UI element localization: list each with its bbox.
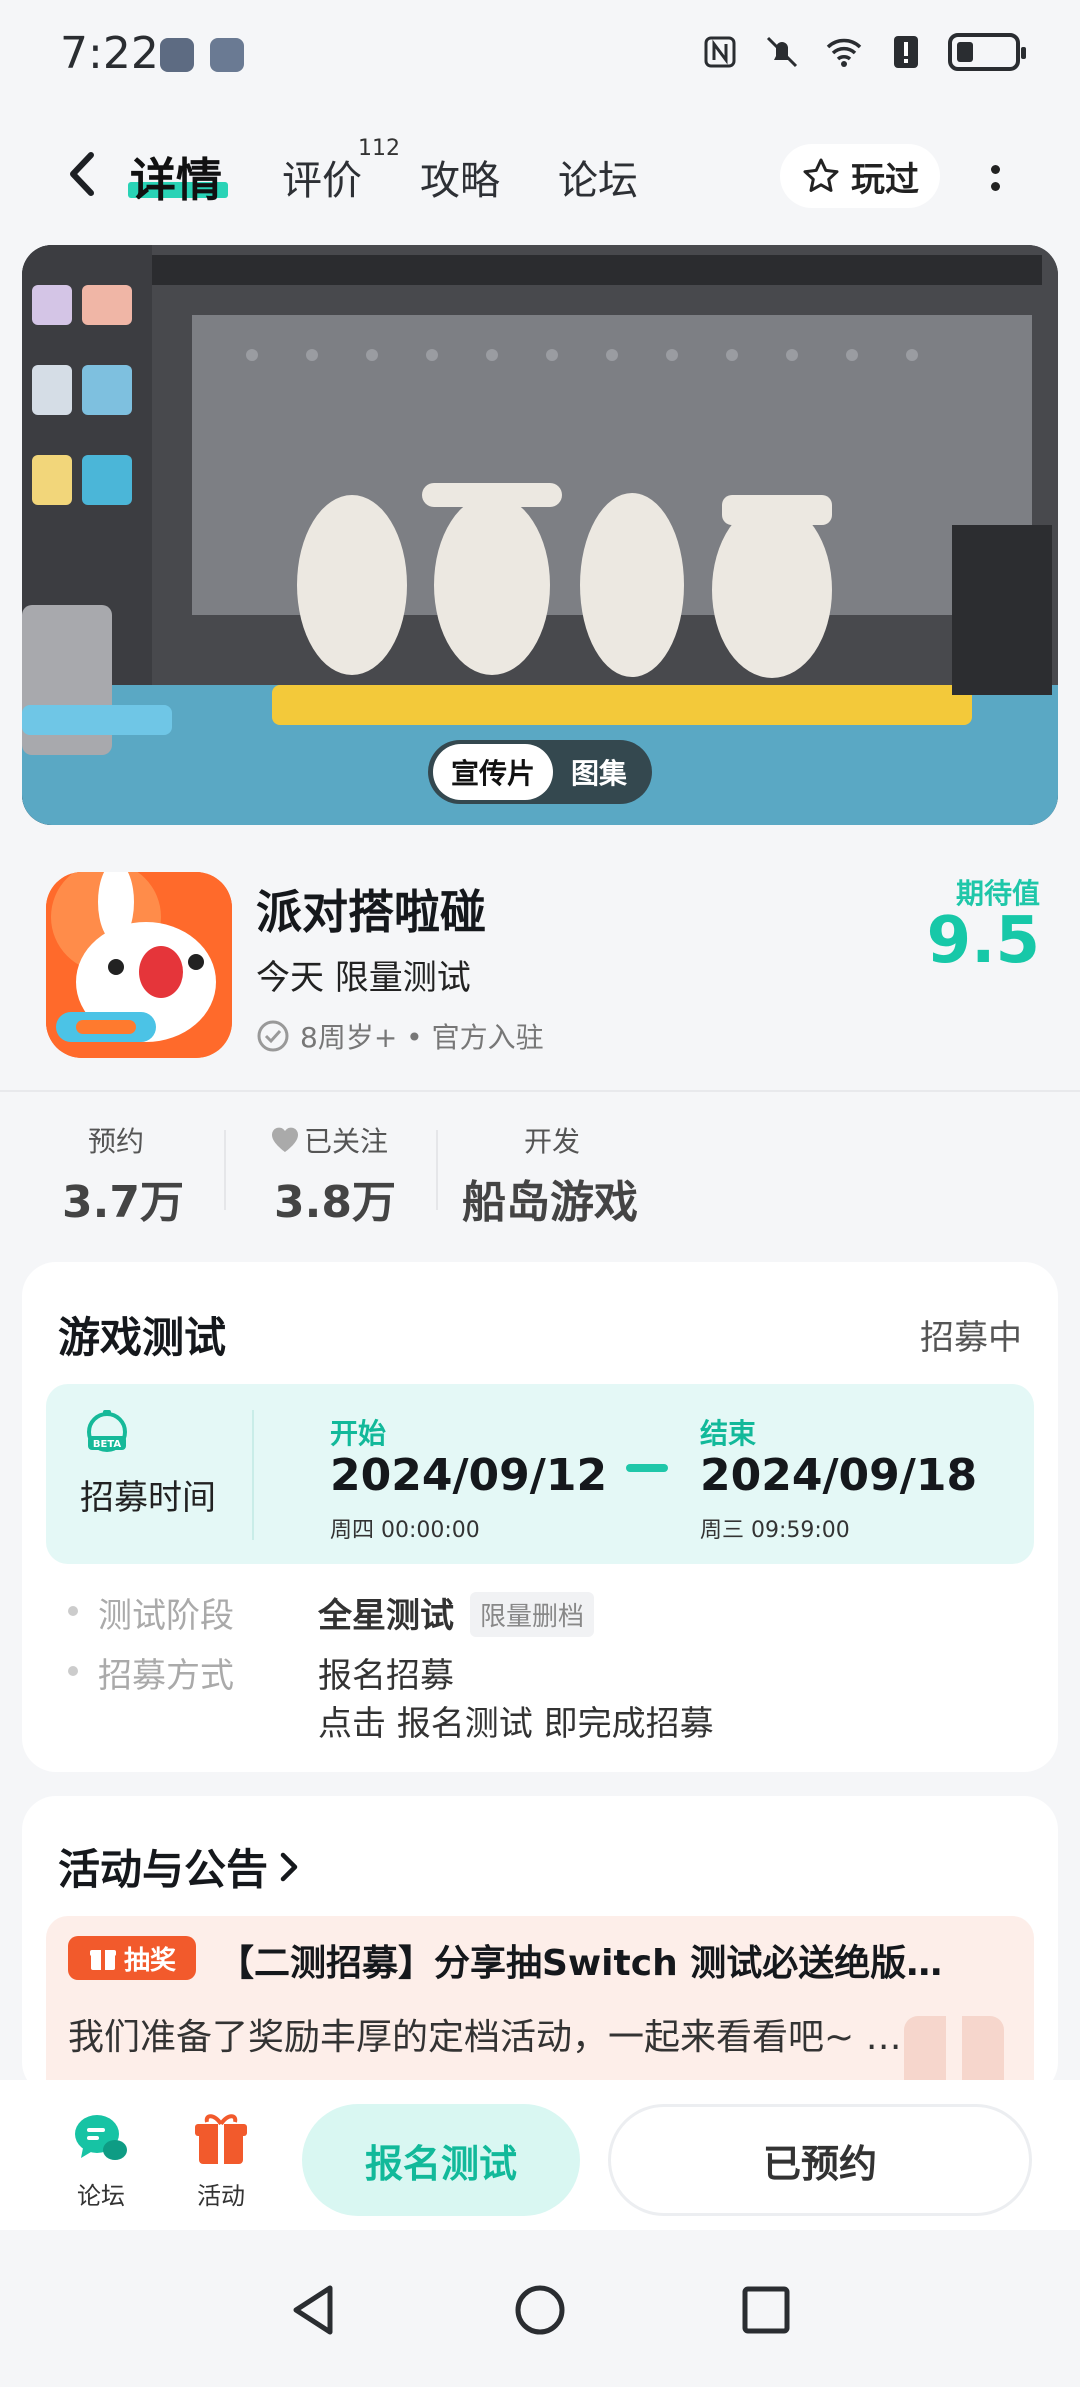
hero-media[interactable] — [22, 245, 1058, 825]
game-logo-icon — [46, 872, 232, 1058]
start-day: 周四 00:00:00 — [330, 1518, 480, 1543]
hero-media-toggle[interactable]: 宣传片 图集 — [428, 740, 652, 804]
start-date: 2024/09/12 — [330, 1450, 608, 1501]
test-stage-tag: 限量删档 — [470, 1592, 595, 1637]
notice-text: 我们准备了奖励丰厚的定档活动，一起来看看吧~ … — [68, 2017, 902, 2058]
svg-text:BETA: BETA — [93, 1439, 121, 1450]
battery-icon — [948, 33, 1026, 71]
tab-guides[interactable]: 攻略 — [420, 148, 500, 206]
stat-developer-value[interactable]: 船岛游戏 — [462, 1166, 638, 1230]
notification-app-icon — [160, 38, 194, 72]
toggle-gallery[interactable]: 图集 — [553, 752, 645, 792]
game-title: 派对搭啦碰 — [256, 885, 486, 939]
stat-followers-label: 已关注 — [304, 1125, 389, 1158]
nfc-icon — [704, 36, 736, 68]
stat-separator — [224, 1130, 226, 1210]
start-label: 开始 — [330, 1417, 387, 1450]
game-meta: 8周岁+ • 官方入驻 — [256, 1016, 544, 1056]
recruit-separator — [252, 1410, 254, 1540]
back-button[interactable] — [52, 142, 112, 206]
recruit-method-key: 招募方式 — [98, 1656, 234, 1696]
stat-separator — [436, 1130, 438, 1210]
tab-details[interactable]: 详情 — [130, 144, 222, 210]
back-arrow-icon — [70, 152, 94, 196]
stat-developer-label: 开发 — [524, 1125, 581, 1158]
recruit-time-label: 招募时间 — [80, 1478, 216, 1518]
toggle-promo-video[interactable]: 宣传片 — [433, 744, 554, 800]
notice-title: 【二测招募】分享抽Switch 测试必送绝版… — [218, 1943, 943, 1984]
stat-followers-label-wrap: 已关注 — [270, 1120, 388, 1160]
recruit-status: 招募中 — [920, 1318, 1022, 1358]
wifi-icon — [826, 38, 862, 67]
end-label: 结束 — [700, 1417, 757, 1450]
played-button[interactable]: 玩过 — [780, 144, 940, 208]
more-options-button[interactable] — [975, 150, 1015, 206]
alert-icon — [894, 36, 918, 68]
game-test-title: 游戏测试 — [58, 1313, 227, 1362]
expectation-score: 9.5 — [926, 904, 1040, 978]
star-icon — [803, 158, 839, 192]
nav-back-icon[interactable] — [288, 2282, 340, 2338]
lottery-badge-label: 抽奖 — [123, 1945, 176, 1976]
activities-header[interactable]: 活动与公告 — [58, 1836, 302, 1897]
signup-test-button[interactable]: 报名测试 — [302, 2104, 580, 2216]
stat-reservations-label: 预约 — [88, 1125, 145, 1158]
notification-app-icon — [210, 38, 244, 72]
section-divider — [0, 1090, 1080, 1092]
recruit-method-note: 点击 报名测试 即完成招募 — [318, 1704, 714, 1744]
activities-title: 活动与公告 — [58, 1845, 269, 1894]
beta-icon: BETA — [87, 1410, 127, 1452]
game-icon — [46, 872, 232, 1058]
mute-icon — [766, 36, 798, 68]
bullet-dot — [68, 1666, 78, 1676]
activity-shortcut[interactable]: 活动 — [176, 2108, 266, 2211]
bullet-dot — [68, 1606, 78, 1616]
status-time: 7:22 — [60, 28, 159, 79]
gift-box-icon — [195, 2114, 247, 2164]
test-stage-key: 测试阶段 — [98, 1596, 234, 1636]
reserved-button[interactable]: 已预约 — [608, 2104, 1032, 2216]
end-day: 周三 09:59:00 — [700, 1518, 850, 1543]
forum-shortcut-label: 论坛 — [77, 2182, 125, 2210]
forum-shortcut[interactable]: 论坛 — [56, 2108, 146, 2211]
recruit-method-value: 报名招募 — [318, 1656, 454, 1696]
played-label: 玩过 — [851, 159, 919, 200]
check-circle-icon — [257, 1020, 289, 1052]
nav-recents-icon[interactable] — [740, 2284, 792, 2336]
test-stage-value: 全星测试 — [318, 1596, 454, 1636]
game-meta-text: 8周岁+ • 官方入驻 — [300, 1021, 544, 1054]
status-icons — [700, 32, 1026, 72]
nav-home-icon[interactable] — [512, 2282, 568, 2338]
stat-followers-value: 3.8万 — [274, 1177, 396, 1228]
end-date: 2024/09/18 — [700, 1450, 978, 1501]
hero-image — [22, 245, 1058, 825]
game-subtitle: 今天 限量测试 — [256, 958, 471, 998]
activity-shortcut-label: 活动 — [197, 2182, 245, 2210]
gift-icon — [89, 1950, 116, 1970]
heart-icon — [271, 1127, 299, 1152]
stat-reservations-value: 3.7万 — [62, 1177, 184, 1228]
date-range-arrow — [626, 1464, 668, 1472]
system-navigation-bar — [0, 2240, 1080, 2387]
tab-reviews[interactable]: 评价 — [282, 148, 362, 206]
tab-forum[interactable]: 论坛 — [558, 148, 638, 206]
reviews-count-badge: 112 — [358, 136, 400, 161]
forum-chat-icon — [75, 2115, 127, 2160]
chevron-right-icon — [280, 1852, 298, 1881]
lottery-badge: 抽奖 — [68, 1936, 196, 1980]
